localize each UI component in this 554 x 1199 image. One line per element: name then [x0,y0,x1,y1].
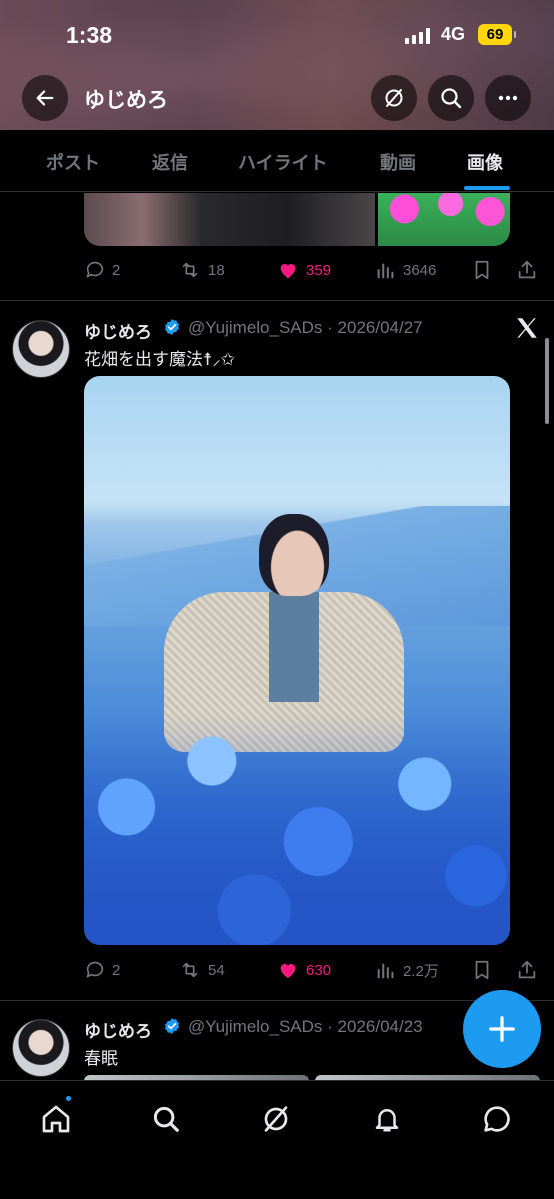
grok-icon [385,89,403,107]
reply-button[interactable]: 2 [84,955,120,985]
nav-explore[interactable] [146,1099,186,1139]
heart-icon [280,964,296,979]
share-button[interactable] [516,955,538,985]
top-nav: ゆじめろ [0,74,554,122]
nav-messages[interactable] [477,1099,517,1139]
post-text: 春眠 [84,1049,118,1068]
photo-subject [164,514,404,752]
notification-dot [64,1094,73,1103]
heart-icon [280,264,296,279]
verified-badge-icon [164,319,180,335]
home-icon [42,1105,70,1133]
previous-post-media[interactable] [84,193,510,246]
plus-icon [489,1016,515,1042]
scrollbar[interactable] [545,338,549,424]
bookmark-button[interactable] [471,255,493,285]
previous-post[interactable]: 2 18 359 3646 [0,193,554,301]
like-button[interactable]: 359 [276,255,331,285]
compose-button[interactable] [463,990,541,1068]
back-button[interactable] [22,75,68,121]
signal-icon [405,28,430,44]
reply-count: 2 [112,961,121,979]
repost-count: 18 [208,261,225,279]
like-count: 359 [306,261,332,279]
tab-replies[interactable]: 返信 [152,149,188,175]
tab-media[interactable]: 画像 [467,149,503,175]
views-button[interactable]: 3646 [375,255,436,285]
reply-button[interactable]: 2 [84,255,120,285]
bookmark-button[interactable] [471,955,493,985]
post-text: 花畑を出す魔法☨⸝✩ [84,350,236,369]
like-button[interactable]: 630 [276,955,331,985]
share-icon [518,260,536,279]
back-arrow-icon [36,90,54,106]
views-count: 2.2万 [403,962,439,980]
repost-icon [182,262,198,278]
search-icon [441,88,462,109]
nav-home[interactable] [36,1099,76,1139]
search-icon [153,1106,179,1132]
more-icon [498,95,518,101]
author-handle-date[interactable]: @Yujimelo_SADs · 2026/04/23 [188,1017,423,1037]
reply-icon [86,261,104,278]
battery-icon: 69 [478,24,516,45]
views-button[interactable]: 2.2万 [375,955,439,985]
grok-icon [264,1106,288,1132]
search-button[interactable] [428,75,474,121]
network-label: 4G [441,24,466,44]
reply-count: 2 [112,261,121,279]
repost-button[interactable]: 54 [178,955,225,985]
share-button[interactable] [516,255,538,285]
reply-icon [86,961,104,978]
avatar[interactable] [12,320,70,378]
post-actions: 2 54 630 2.2万 [0,955,554,985]
previous-post-actions: 2 18 359 3646 [0,255,554,285]
grok-button[interactable] [371,75,417,121]
status-bar: 1:38 4G 69 [0,18,554,54]
repost-icon [182,962,198,978]
bottom-nav [0,1080,554,1199]
tab-highlights[interactable]: ハイライト [238,149,328,175]
nav-grok[interactable] [256,1099,296,1139]
tab-videos[interactable]: 動画 [380,149,416,175]
views-icon [377,263,394,279]
views-icon [377,963,394,979]
tab-posts[interactable]: ポスト [46,149,100,175]
like-count: 630 [306,961,332,979]
bookmark-icon [475,960,489,980]
verified-badge-icon [164,1018,180,1034]
repost-count: 54 [208,961,225,979]
page-title: ゆじめろ [84,89,168,112]
flower-foreground [84,715,510,945]
author-name[interactable]: ゆじめろ [84,1017,152,1042]
message-icon [484,1106,510,1132]
profile-tabs: ポスト 返信 ハイライト 動画 画像 [0,130,554,192]
active-tab-indicator [464,186,510,190]
status-time: 1:38 [66,22,113,48]
views-count: 3646 [403,261,437,279]
avatar[interactable] [12,1019,70,1077]
repost-button[interactable]: 18 [178,255,225,285]
post-image[interactable] [84,376,510,945]
author-handle-date[interactable]: @Yujimelo_SADs · 2026/04/27 [188,318,423,338]
media-image[interactable] [84,193,375,246]
author-name[interactable]: ゆじめろ [84,318,152,343]
x-logo-icon [517,318,537,338]
share-icon [518,960,536,979]
nav-notifications[interactable] [367,1099,407,1139]
bookmark-icon [475,260,489,280]
bell-icon [375,1109,399,1132]
more-button[interactable] [485,75,531,121]
media-image[interactable] [378,193,510,246]
